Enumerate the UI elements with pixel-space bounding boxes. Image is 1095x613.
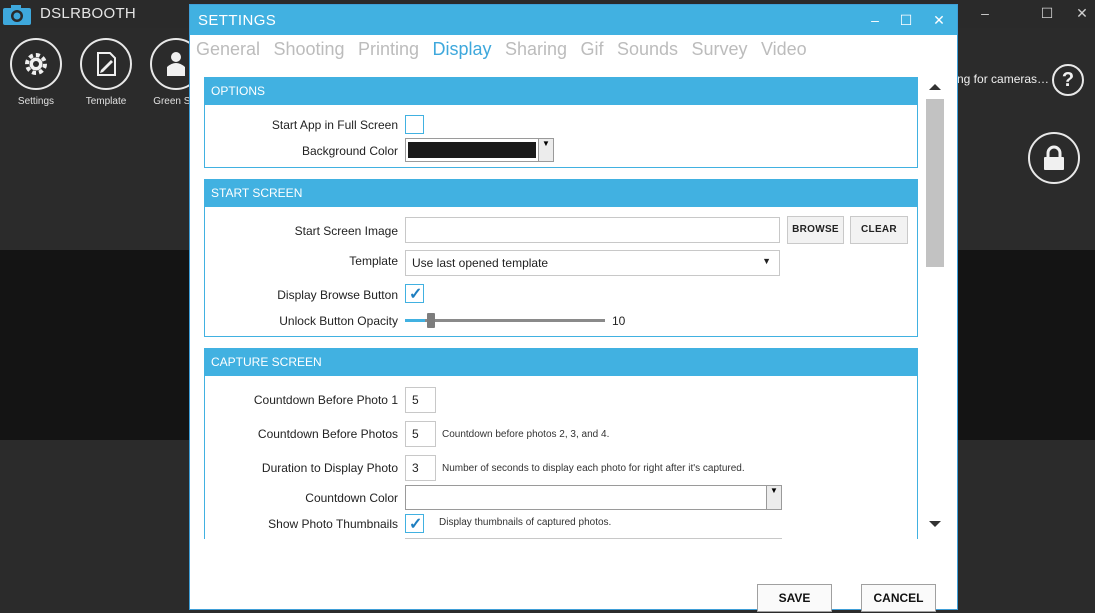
settings-dialog: SETTINGS – ☐ ✕ General Shooting Printing… bbox=[189, 4, 958, 612]
scroll-down-icon[interactable] bbox=[929, 521, 941, 527]
unlock-opacity-slider-fill bbox=[405, 319, 425, 322]
capture-screen-header: CAPTURE SCREEN bbox=[205, 349, 917, 376]
countdown-photos-label: Countdown Before Photos bbox=[257, 427, 398, 441]
tab-video[interactable]: Video bbox=[761, 39, 807, 60]
settings-tabs: General Shooting Printing Display Sharin… bbox=[196, 39, 816, 69]
template-tool-button[interactable]: Template bbox=[76, 38, 136, 107]
unlock-opacity-value: 10 bbox=[612, 314, 626, 328]
duration-hint: Number of seconds to display each photo … bbox=[442, 463, 745, 474]
tab-sounds[interactable]: Sounds bbox=[617, 39, 678, 60]
full-screen-checkbox[interactable] bbox=[405, 115, 424, 134]
unlock-opacity-label: Unlock Button Opacity bbox=[279, 314, 398, 328]
cancel-button[interactable]: CANCEL bbox=[861, 584, 936, 612]
tab-general[interactable]: General bbox=[196, 39, 260, 60]
settings-scrollbar[interactable] bbox=[925, 81, 945, 531]
thumbnails-checkbox[interactable]: ✓ bbox=[405, 514, 424, 533]
background-color-swatch bbox=[408, 142, 536, 158]
settings-tool-label: Settings bbox=[17, 96, 55, 107]
display-browse-button-label: Display Browse Button bbox=[277, 288, 398, 302]
help-button[interactable]: ? bbox=[1052, 64, 1084, 96]
checkmark-icon: ✓ bbox=[409, 516, 423, 533]
tab-shooting[interactable]: Shooting bbox=[274, 39, 345, 60]
background-color-picker[interactable]: ▼ bbox=[405, 138, 554, 162]
countdown-color-picker[interactable]: ▼ bbox=[405, 485, 782, 510]
start-screen-image-label: Start Screen Image bbox=[294, 224, 398, 238]
tab-printing[interactable]: Printing bbox=[358, 39, 419, 60]
chevron-down-icon: ▼ bbox=[762, 256, 771, 266]
dialog-titlebar: SETTINGS – ☐ ✕ bbox=[190, 5, 957, 35]
template-label: Template bbox=[349, 254, 398, 268]
save-button[interactable]: SAVE bbox=[757, 584, 832, 612]
scrollbar-thumb[interactable] bbox=[926, 99, 944, 267]
app-title: DSLRBOOTH bbox=[40, 5, 137, 22]
tab-display[interactable]: Display bbox=[433, 39, 492, 60]
gear-icon bbox=[25, 53, 47, 75]
dialog-maximize-button[interactable]: ☐ bbox=[891, 9, 921, 31]
browse-button[interactable]: BROWSE bbox=[787, 216, 844, 244]
camera-logo-icon bbox=[3, 5, 31, 25]
full-screen-label: Start App in Full Screen bbox=[271, 118, 398, 132]
options-section: OPTIONS Start App in Full Screen Backgro… bbox=[204, 77, 918, 168]
background-color-label: Background Color bbox=[301, 144, 398, 158]
unlock-opacity-slider-thumb[interactable] bbox=[427, 313, 435, 328]
countdown-color-label: Countdown Color bbox=[305, 491, 398, 505]
template-edit-icon bbox=[97, 52, 116, 76]
duration-input[interactable]: 3 bbox=[405, 455, 436, 481]
settings-tool-button[interactable]: Settings bbox=[6, 38, 66, 107]
countdown-first-label: Countdown Before Photo 1 bbox=[253, 393, 398, 407]
dialog-title: SETTINGS bbox=[198, 12, 277, 29]
chevron-down-icon: ▼ bbox=[766, 486, 781, 509]
clear-button[interactable]: CLEAR bbox=[850, 216, 908, 244]
countdown-photos-input[interactable]: 5 bbox=[405, 421, 436, 447]
tab-survey[interactable]: Survey bbox=[691, 39, 747, 60]
duration-label: Duration to Display Photo bbox=[261, 461, 398, 475]
template-tool-label: Template bbox=[85, 96, 127, 107]
checkmark-icon: ✓ bbox=[409, 286, 423, 303]
display-browse-button-checkbox[interactable]: ✓ bbox=[405, 284, 424, 303]
person-icon bbox=[167, 52, 185, 76]
options-header: OPTIONS bbox=[205, 78, 917, 105]
camera-status-text: ng for cameras… bbox=[957, 72, 1050, 86]
tab-gif[interactable]: Gif bbox=[580, 39, 603, 60]
next-field-input[interactable] bbox=[405, 538, 782, 539]
start-screen-image-input[interactable] bbox=[405, 217, 780, 243]
dialog-minimize-button[interactable]: – bbox=[860, 9, 890, 31]
capture-screen-section: CAPTURE SCREEN Countdown Before Photo 1 … bbox=[204, 348, 918, 539]
app-minimize-button[interactable]: – bbox=[963, 2, 1007, 26]
scroll-up-icon[interactable] bbox=[929, 84, 941, 90]
dialog-close-button[interactable]: ✕ bbox=[924, 9, 954, 31]
countdown-photos-hint: Countdown before photos 2, 3, and 4. bbox=[442, 429, 610, 440]
thumbnails-hint: Display thumbnails of captured photos. bbox=[439, 517, 612, 528]
start-screen-section: START SCREEN Start Screen Image BROWSE C… bbox=[204, 179, 918, 337]
tab-sharing[interactable]: Sharing bbox=[505, 39, 567, 60]
settings-scroll-area[interactable]: OPTIONS Start App in Full Screen Backgro… bbox=[204, 77, 918, 539]
template-select[interactable]: Use last opened template ▼ bbox=[405, 250, 780, 276]
lock-button[interactable] bbox=[1028, 132, 1080, 184]
thumbnails-label: Show Photo Thumbnails bbox=[268, 517, 398, 531]
start-screen-header: START SCREEN bbox=[205, 180, 917, 207]
lock-icon bbox=[1044, 145, 1064, 170]
countdown-first-input[interactable]: 5 bbox=[405, 387, 436, 413]
chevron-down-icon: ▼ bbox=[538, 139, 553, 161]
app-close-button[interactable]: ✕ bbox=[1060, 2, 1095, 26]
unlock-opacity-slider-track[interactable] bbox=[405, 313, 605, 328]
template-select-value: Use last opened template bbox=[412, 256, 549, 270]
